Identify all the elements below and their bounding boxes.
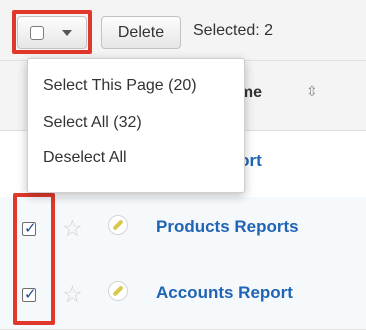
delete-button[interactable]: Delete (101, 16, 181, 49)
pencil-icon[interactable] (108, 281, 128, 301)
mass-select-menu: Select This Page (20) Select All (32) De… (27, 58, 245, 193)
menu-item-select-all[interactable]: Select All (32) (43, 114, 142, 132)
report-link[interactable]: Products Reports (156, 217, 299, 237)
selected-count: Selected: 2 (193, 22, 274, 39)
menu-item-deselect-all[interactable]: Deselect All (43, 149, 127, 167)
sort-icon[interactable]: ⇳ (306, 83, 318, 100)
toolbar: Delete Selected: 2 (0, 0, 366, 61)
menu-item-select-page[interactable]: Select This Page (20) (43, 77, 197, 95)
star-icon[interactable]: ☆ (62, 281, 83, 308)
highlight-box-mass-select (12, 10, 92, 54)
report-link[interactable]: Accounts Report (156, 283, 293, 303)
highlight-box-row-checkboxes (13, 193, 55, 325)
star-icon[interactable]: ☆ (62, 215, 83, 242)
pencil-icon[interactable] (108, 215, 128, 235)
